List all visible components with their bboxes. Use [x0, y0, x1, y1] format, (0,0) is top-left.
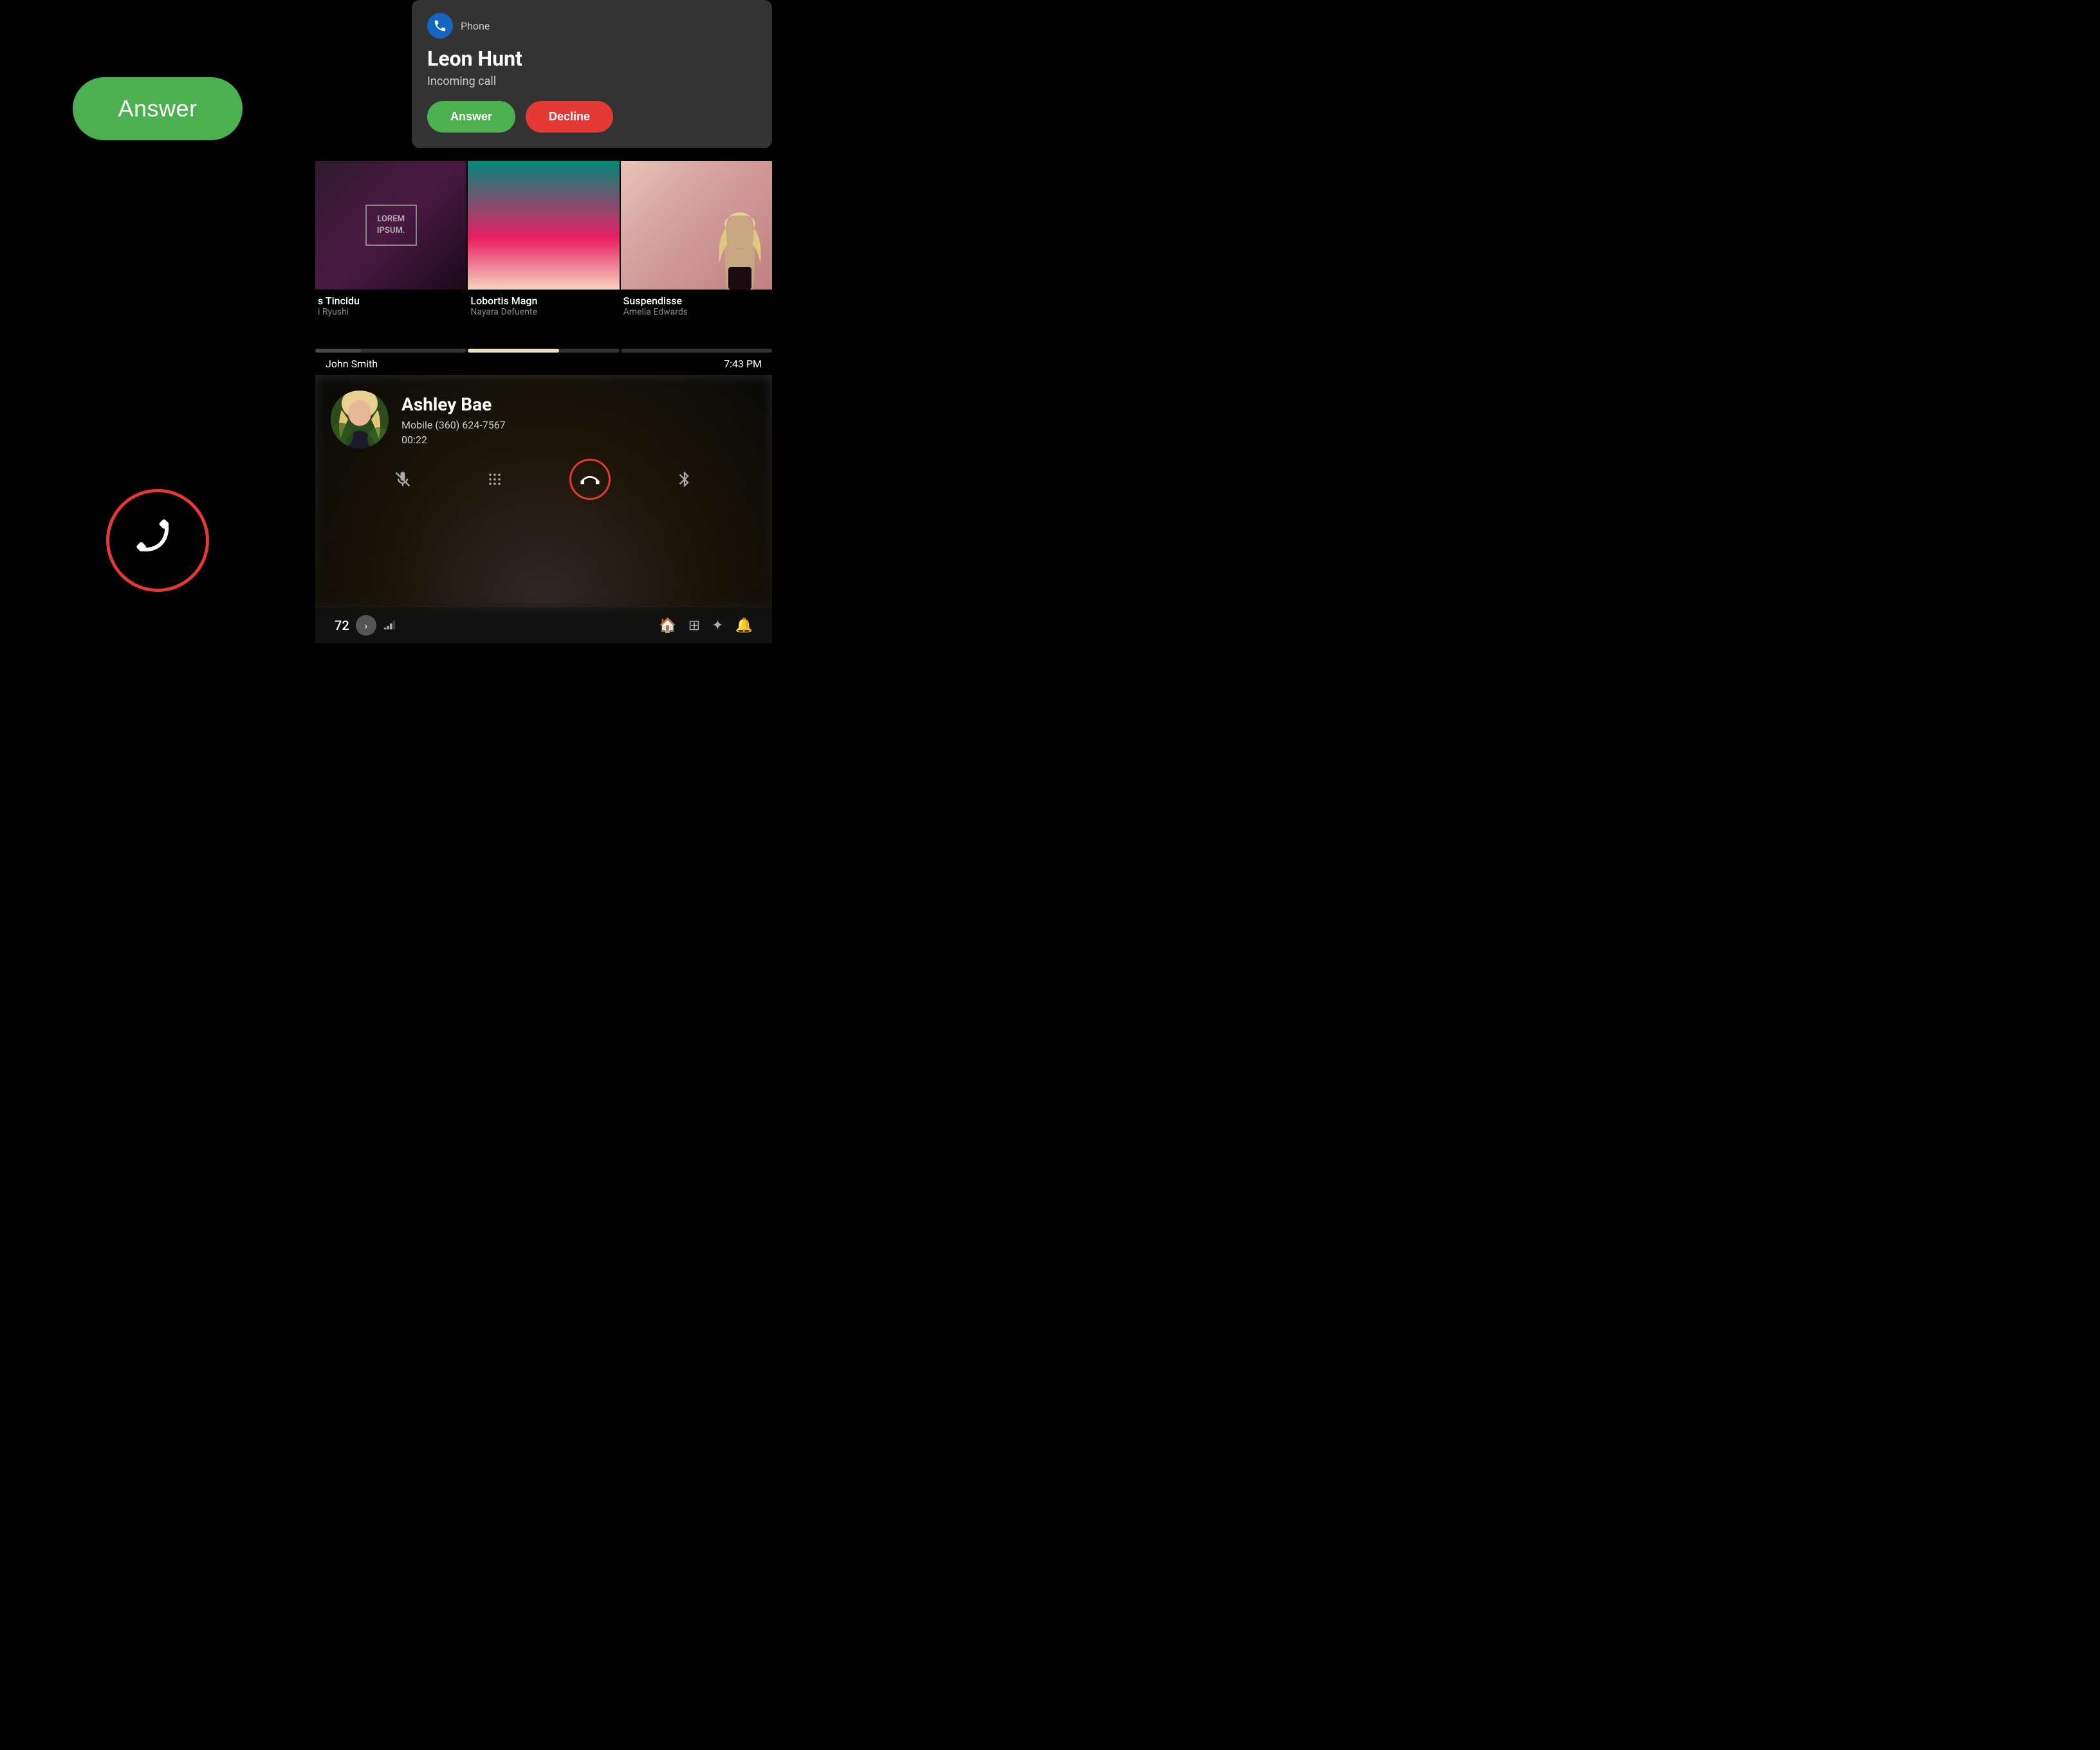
media-card-2[interactable]: Lobortis Magn Nayara Defuente	[468, 161, 619, 347]
notification-subtitle: Incoming call	[427, 75, 757, 88]
keypad-button[interactable]	[477, 461, 513, 497]
contact-details: Ashley Bae Mobile (360) 624-7567 00:22	[401, 394, 757, 446]
answer-button-large[interactable]: Answer	[73, 77, 242, 140]
media-info-1: s Tincidu i Ryushi	[315, 290, 466, 322]
mute-button[interactable]	[385, 461, 421, 497]
phone-app-icon	[427, 13, 453, 39]
media-thumb-3	[621, 161, 772, 290]
incoming-call-notification: Phone Leon Hunt Incoming call Answer Dec…	[412, 0, 772, 148]
avatar	[331, 391, 389, 448]
call-controls	[331, 448, 757, 510]
media-author-2: Nayara Defuente	[470, 307, 616, 317]
fan-icon[interactable]: ✦	[712, 618, 723, 634]
contact-name: Ashley Bae	[401, 394, 757, 415]
progress-fill-2	[468, 349, 558, 353]
right-panel: Phone Leon Hunt Incoming call Answer Dec…	[315, 0, 772, 643]
active-call-card: Ashley Bae Mobile (360) 624-7567 00:22	[315, 375, 772, 607]
end-call-icon	[131, 513, 185, 568]
notification-caller-name: Leon Hunt	[427, 46, 757, 71]
sys-left: 72 ›	[335, 615, 397, 636]
media-title-3: Suspendisse	[623, 295, 769, 307]
media-grid: LOREMIPSUM. s Tincidu i Ryushi Lobortis …	[315, 129, 772, 347]
grid-icon[interactable]: ⊞	[688, 618, 700, 634]
notification-header: Phone	[427, 13, 757, 39]
chevron-right-icon: ›	[364, 620, 367, 632]
media-title-1: s Tincidu	[318, 295, 464, 307]
sys-center-icons: 🏠 ⊞ ✦ 🔔	[659, 618, 753, 634]
lorem-ipsum-text: LOREMIPSUM.	[365, 205, 417, 246]
media-author-3: Amelia Edwards	[623, 307, 769, 317]
notification-app-name: Phone	[461, 20, 490, 32]
progress-fill-1	[315, 349, 361, 353]
media-thumb-1: LOREMIPSUM.	[315, 161, 466, 290]
notification-answer-button[interactable]: Answer	[427, 101, 515, 133]
media-title-2: Lobortis Magn	[470, 295, 616, 307]
signal-icon	[383, 617, 397, 634]
end-call-circle[interactable]	[106, 489, 209, 592]
media-card-3[interactable]: Suspendisse Amelia Edwards	[621, 161, 772, 347]
status-name: John Smith	[326, 358, 378, 370]
notification-decline-button[interactable]: Decline	[526, 101, 613, 133]
bluetooth-button[interactable]	[667, 461, 703, 497]
media-info-3: Suspendisse Amelia Edwards	[621, 290, 772, 322]
media-card-1[interactable]: LOREMIPSUM. s Tincidu i Ryushi	[315, 161, 466, 347]
progress-bar-3	[621, 349, 772, 353]
home-icon[interactable]: 🏠	[659, 618, 676, 634]
notification-actions: Answer Decline	[427, 101, 757, 133]
progress-bar-2	[468, 349, 619, 353]
expand-button[interactable]: ›	[356, 615, 376, 636]
contact-number: Mobile (360) 624-7567	[401, 419, 757, 431]
bell-icon[interactable]: 🔔	[735, 618, 753, 634]
status-row: John Smith 7:43 PM	[315, 353, 772, 375]
media-thumb-2	[468, 161, 619, 290]
system-bar: 72 › 🏠 ⊞ ✦ 🔔	[315, 607, 772, 643]
end-call-button[interactable]	[569, 459, 611, 500]
status-time: 7:43 PM	[724, 358, 762, 370]
progress-bar-1	[315, 349, 466, 353]
call-info-row: Ashley Bae Mobile (360) 624-7567 00:22	[331, 391, 757, 448]
media-info-2: Lobortis Magn Nayara Defuente	[468, 290, 619, 322]
progress-bars	[315, 349, 772, 353]
call-duration: 00:22	[401, 434, 757, 446]
media-author-1: i Ryushi	[318, 307, 464, 317]
left-panel: Answer	[0, 0, 315, 643]
progress-fill-3	[621, 349, 636, 353]
temperature-display: 72	[335, 618, 349, 633]
